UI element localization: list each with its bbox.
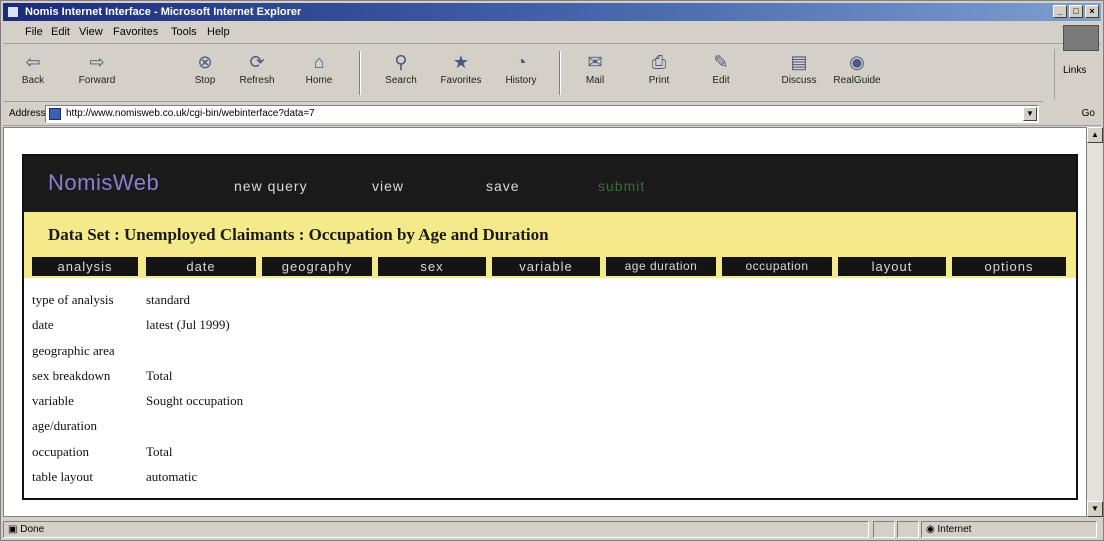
favorites-icon: ★ (452, 52, 470, 72)
tab-options[interactable]: options (952, 257, 1066, 276)
status-page-icon: ▣ (8, 524, 21, 535)
links-label: Links (1063, 65, 1087, 76)
page-icon (49, 108, 61, 120)
home-button[interactable]: ⌂ Home (293, 49, 345, 99)
tab-layout[interactable]: layout (838, 257, 946, 276)
back-button[interactable]: ⇦ Back (7, 49, 59, 99)
status-bar: ▣ Done ◉ Internet (3, 519, 1101, 540)
print-button[interactable]: ⎙ Print (633, 49, 685, 99)
status-text: ▣ Done (3, 521, 869, 538)
realguide-icon: ◉ (849, 52, 865, 72)
status-pane (873, 521, 895, 538)
address-input[interactable]: http://www.nomisweb.co.uk/cgi-bin/webint… (45, 105, 1039, 123)
forward-button[interactable]: ⇨ Forward (71, 49, 123, 99)
menu-tools[interactable]: Tools (171, 26, 197, 38)
tab-variable[interactable]: variable (492, 257, 600, 276)
address-url: http://www.nomisweb.co.uk/cgi-bin/webint… (66, 108, 315, 119)
globe-icon: ◉ (926, 524, 938, 535)
tab-analysis[interactable]: analysis (32, 257, 138, 276)
menu-edit[interactable]: Edit (51, 26, 70, 38)
print-icon: ⎙ (651, 52, 667, 72)
back-arrow-icon: ⇦ (25, 52, 41, 72)
forward-arrow-icon: ⇨ (89, 52, 105, 72)
browser-window: Nomis Internet Interface - Microsoft Int… (0, 0, 1104, 541)
query-tabs: analysis date geography sex variable age… (24, 254, 1076, 278)
edit-button[interactable]: ✎ Edit (695, 49, 747, 99)
security-zone: ◉ Internet (921, 521, 1097, 538)
mail-button[interactable]: ✉ Mail (569, 49, 621, 99)
window-title: Nomis Internet Interface - Microsoft Int… (25, 6, 302, 18)
tab-sex[interactable]: sex (378, 257, 486, 276)
stop-icon: ⊗ (197, 52, 213, 72)
toolbar: ⇦ Back ⇨ Forward ⊗ Stop ⟳ Refresh ⌂ Home ⚲ Sea… (3, 45, 1043, 102)
home-icon: ⌂ (313, 52, 325, 72)
nomis-nav: NomisWeb new query view save submit (24, 156, 1076, 212)
tab-geography[interactable]: geography (262, 257, 372, 276)
discuss-icon: ▤ (790, 52, 808, 72)
toolbar-separator (559, 51, 561, 95)
address-label: Address (9, 108, 46, 119)
vertical-scrollbar[interactable]: ▲ ▼ (1087, 127, 1103, 517)
title-bar: Nomis Internet Interface - Microsoft Int… (3, 3, 1101, 21)
close-button[interactable]: × (1085, 5, 1099, 18)
edit-icon: ✎ (713, 52, 729, 72)
tab-occupation[interactable]: occupation (722, 257, 832, 276)
menu-help[interactable]: Help (207, 26, 230, 38)
menu-favorites[interactable]: Favorites (113, 26, 158, 38)
menu-view[interactable]: View (79, 26, 103, 38)
mail-icon: ✉ (587, 52, 603, 72)
nomis-app: NomisWeb new query view save submit Data… (22, 154, 1078, 500)
maximize-button[interactable]: □ (1069, 5, 1083, 18)
address-dropdown-button[interactable]: ▼ (1023, 107, 1037, 121)
links-bar[interactable]: Links (1054, 49, 1101, 99)
toolbar-separator (359, 51, 361, 95)
dataset-title: Data Set : Unemployed Claimants : Occupa… (48, 225, 549, 244)
search-button[interactable]: ⚲ Search (375, 49, 427, 99)
search-icon: ⚲ (394, 52, 408, 72)
history-button[interactable]: ◔ History (495, 49, 547, 99)
scroll-up-button[interactable]: ▲ (1087, 127, 1103, 143)
stop-button[interactable]: ⊗ Stop (179, 49, 231, 99)
realguide-button[interactable]: ◉ RealGuide (831, 49, 883, 99)
nav-new-query[interactable]: new query (234, 178, 308, 194)
menu-bar: File Edit View Favorites Tools Help (3, 23, 1101, 44)
windows-logo-icon (1063, 25, 1099, 51)
history-icon: ◔ (515, 52, 527, 72)
nav-submit[interactable]: submit (598, 178, 645, 194)
scroll-down-button[interactable]: ▼ (1087, 501, 1103, 517)
discuss-button[interactable]: ▤ Discuss (773, 49, 825, 99)
menu-file[interactable]: File (25, 26, 43, 38)
nav-view[interactable]: view (372, 178, 404, 194)
tab-date[interactable]: date (146, 257, 256, 276)
refresh-icon: ⟳ (249, 52, 265, 72)
ie-page-icon (7, 6, 19, 18)
minimize-button[interactable]: _ (1053, 5, 1067, 18)
go-button[interactable]: Go (1082, 108, 1095, 119)
favorites-button[interactable]: ★ Favorites (435, 49, 487, 99)
tab-age-duration[interactable]: age duration (606, 257, 716, 276)
nav-save[interactable]: save (486, 178, 520, 194)
nomisweb-logo: NomisWeb (48, 170, 160, 195)
page-viewport: NomisWeb new query view save submit Data… (3, 127, 1087, 517)
status-pane (897, 521, 919, 538)
address-bar: Address http://www.nomisweb.co.uk/cgi-bi… (3, 103, 1101, 126)
refresh-button[interactable]: ⟳ Refresh (231, 49, 283, 99)
dataset-bar: Data Set : Unemployed Claimants : Occupa… (24, 212, 1076, 254)
